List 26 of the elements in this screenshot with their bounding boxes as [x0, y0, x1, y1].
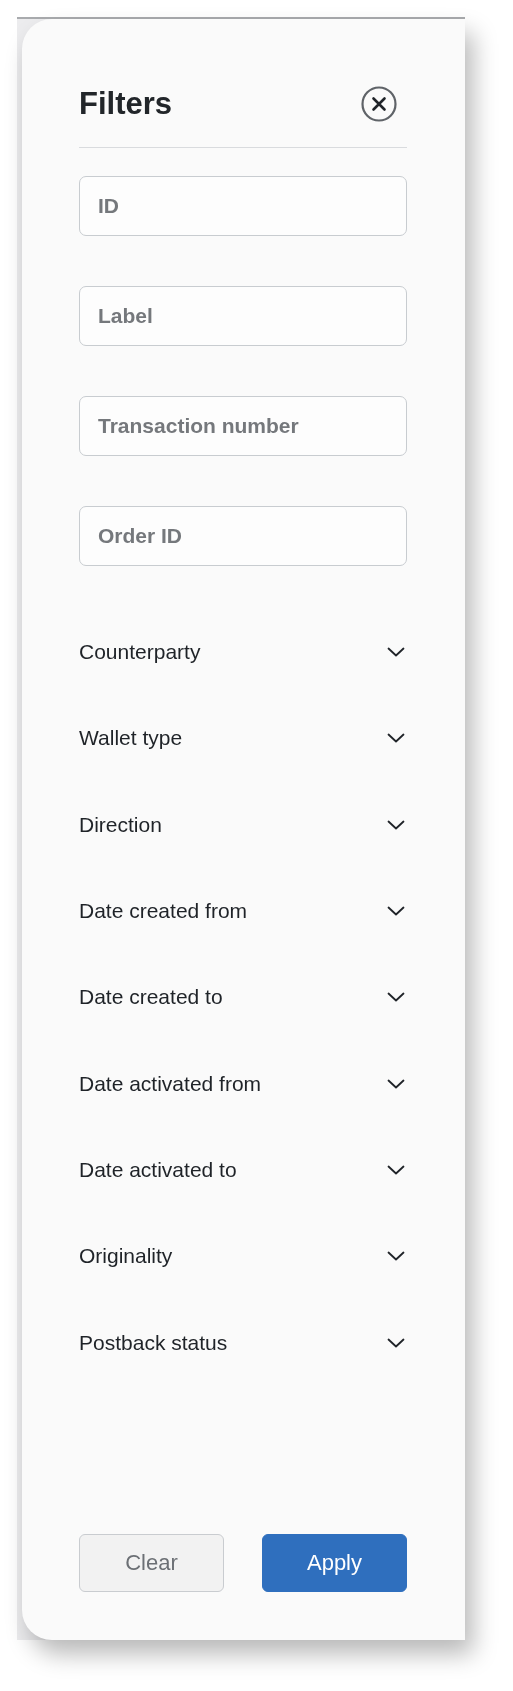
- filter-dropdown-label[interactable]: Counterparty: [79, 640, 201, 665]
- chevron-down-icon[interactable]: [387, 819, 405, 830]
- input-field[interactable]: Label: [79, 286, 407, 346]
- input-field[interactable]: ID: [79, 176, 407, 236]
- filter-dropdown-label[interactable]: Date created to: [79, 985, 223, 1010]
- input-field[interactable]: Order ID: [79, 506, 407, 566]
- chevron-down-icon[interactable]: [387, 1164, 405, 1175]
- chevron-down-icon[interactable]: [387, 992, 405, 1003]
- filter-dropdown-label[interactable]: Postback status: [79, 1330, 228, 1355]
- chevron-down-icon[interactable]: [387, 1337, 405, 1348]
- chevron-down-icon[interactable]: [387, 733, 405, 744]
- chevron-down-icon[interactable]: [387, 1251, 405, 1262]
- close-icon[interactable]: [361, 86, 397, 122]
- chevron-down-icon[interactable]: [387, 906, 405, 917]
- filter-dropdown-label[interactable]: Wallet type: [79, 726, 183, 751]
- filter-dropdown-label[interactable]: Originality: [79, 1244, 173, 1269]
- filter-dropdown-label[interactable]: Date activated to: [79, 1157, 237, 1182]
- chevron-down-icon[interactable]: [387, 1078, 405, 1089]
- filter-dropdown-label[interactable]: Direction: [79, 812, 162, 837]
- filter-dropdown-label[interactable]: Date created from: [79, 899, 248, 924]
- filter-dropdown-label[interactable]: Date activated from: [79, 1071, 262, 1096]
- panel-title: Filters: [79, 86, 173, 122]
- apply-button[interactable]: Apply: [262, 1534, 407, 1592]
- clear-button[interactable]: Clear: [79, 1534, 224, 1592]
- input-field[interactable]: Transaction number: [79, 396, 407, 456]
- chevron-down-icon[interactable]: [387, 647, 405, 658]
